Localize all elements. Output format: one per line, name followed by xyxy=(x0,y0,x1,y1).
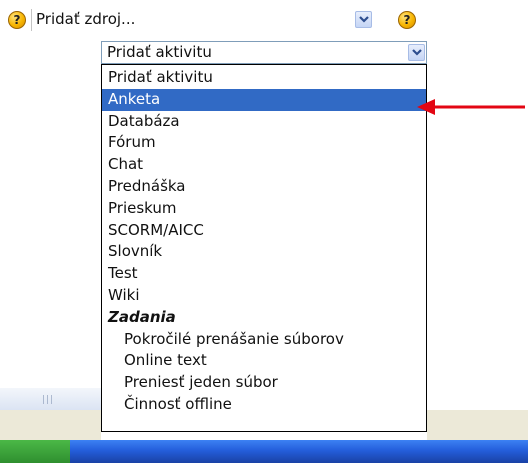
activity-dropdown-list[interactable]: Pridať aktivitu Anketa Databáza Fórum Chat Pr… xyxy=(101,64,427,432)
dropdown-option[interactable]: Online text xyxy=(102,350,426,372)
dropdown-option[interactable]: Pokročilé prenášanie súborov xyxy=(102,329,426,351)
add-activity-select-value: Pridať aktivitu xyxy=(107,43,212,61)
add-resource-select-value: Pridať zdroj... xyxy=(36,10,136,28)
add-resource-select[interactable]: Pridať zdroj... xyxy=(31,9,377,31)
dropdown-option[interactable]: Prieskum xyxy=(102,198,426,220)
dropdown-option[interactable]: Prednáška xyxy=(102,176,426,198)
help-icon-glyph: ? xyxy=(403,13,411,27)
dropdown-option[interactable]: Činnosť offline xyxy=(102,394,426,416)
scrollbar-grip-icon: ||| xyxy=(42,395,55,405)
dropdown-option[interactable]: Databáza xyxy=(102,111,426,133)
dropdown-option[interactable]: Fórum xyxy=(102,132,426,154)
background-window-right xyxy=(427,410,528,440)
dropdown-option[interactable]: Slovník xyxy=(102,241,426,263)
taskbar xyxy=(0,440,528,463)
add-activity-select[interactable]: Pridať aktivitu xyxy=(101,41,427,64)
red-arrow-icon xyxy=(417,99,525,115)
chevron-down-icon xyxy=(412,49,422,56)
dropdown-option[interactable]: Pridať aktivitu xyxy=(102,67,426,89)
option-group-label: Zadania xyxy=(108,307,176,326)
chevron-down-icon xyxy=(359,16,369,23)
dropdown-option[interactable]: Anketa xyxy=(102,88,426,111)
horizontal-scrollbar[interactable]: ||| xyxy=(0,388,101,410)
dropdown-option[interactable]: Test xyxy=(102,263,426,285)
add-resource-dropdown-button[interactable] xyxy=(355,11,372,28)
help-icon-glyph: ? xyxy=(13,13,21,27)
help-icon[interactable]: ? xyxy=(398,11,416,29)
add-activity-dropdown-button[interactable] xyxy=(408,44,425,61)
dropdown-option[interactable]: SCORM/AICC xyxy=(102,220,426,242)
dropdown-option[interactable]: Chat xyxy=(102,154,426,176)
help-icon[interactable]: ? xyxy=(8,11,26,29)
dropdown-option[interactable]: Wiki xyxy=(102,285,426,307)
dropdown-option[interactable]: Preniesť jeden súbor xyxy=(102,372,426,394)
start-button[interactable] xyxy=(0,440,70,463)
